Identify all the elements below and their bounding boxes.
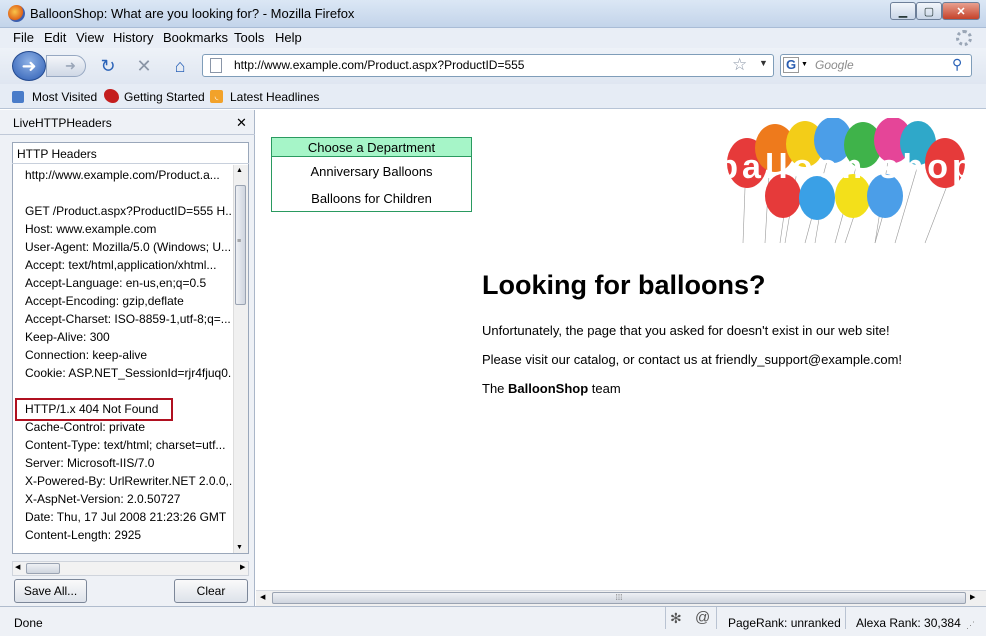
search-icon[interactable]: ⚲ xyxy=(952,56,962,73)
menu-tools[interactable]: Tools xyxy=(234,30,264,45)
sidebar-title: LiveHTTPHeaders xyxy=(13,116,112,130)
throbber-icon xyxy=(956,30,972,46)
content-scroll-right-icon[interactable]: ▶ xyxy=(970,593,975,601)
response-header-line[interactable]: X-AspNet-Version: 2.0.50727 xyxy=(25,492,232,506)
bookmark-getting-started[interactable]: Getting Started xyxy=(124,90,205,104)
forward-button[interactable]: ➜ xyxy=(46,55,86,77)
search-box[interactable] xyxy=(780,54,972,77)
dept-link-children[interactable]: Balloons for Children xyxy=(272,191,471,206)
back-button[interactable]: ➜ xyxy=(12,51,46,81)
rss-icon: ◟ xyxy=(210,90,223,103)
request-header-line[interactable]: Accept-Language: en-us,en;q=0.5 xyxy=(25,276,232,290)
headers-scroll-thumb[interactable] xyxy=(235,185,246,305)
menu-history[interactable]: History xyxy=(113,30,153,45)
content-scroll-thumb[interactable]: ⁞⁞⁞ xyxy=(272,592,966,604)
response-header-line[interactable]: Server: Microsoft-IIS/7.0 xyxy=(25,456,232,470)
getting-started-icon xyxy=(104,89,119,103)
dept-link-anniversary[interactable]: Anniversary Balloons xyxy=(272,164,471,179)
request-header-line[interactable]: GET /Product.aspx?ProductID=555 H... xyxy=(25,204,232,218)
menu-bar: File Edit View History Bookmarks Tools H… xyxy=(0,28,986,48)
search-input[interactable]: Google xyxy=(815,58,854,72)
scroll-right-icon[interactable]: ▶ xyxy=(240,563,245,571)
horizontal-scroll-thumb[interactable] xyxy=(26,563,60,574)
department-header: Choose a Department xyxy=(272,138,471,157)
scroll-left-icon[interactable]: ◀ xyxy=(15,563,20,571)
request-header-line[interactable]: Accept: text/html,application/xhtml... xyxy=(25,258,232,272)
firebug-icon[interactable]: ✻ xyxy=(670,610,682,627)
logo-wordmark: balloon shop xyxy=(725,148,970,186)
maximize-button[interactable]: ▢ xyxy=(916,2,942,20)
url-text[interactable]: http://www.example.com/Product.aspx?Prod… xyxy=(234,58,524,72)
signature-brand: BalloonShop xyxy=(508,381,589,396)
bookmark-most-visited[interactable]: Most Visited xyxy=(32,90,97,104)
scroll-down-icon[interactable]: ▼ xyxy=(236,544,243,551)
balloonshop-logo: balloon shop xyxy=(725,118,970,244)
firefox-icon xyxy=(8,5,25,22)
at-icon[interactable]: @ xyxy=(695,609,710,626)
reload-icon[interactable]: ↻ xyxy=(96,54,120,78)
menu-edit[interactable]: Edit xyxy=(44,30,66,45)
request-header-line[interactable]: Accept-Encoding: gzip,deflate xyxy=(25,294,232,308)
most-visited-icon xyxy=(12,91,24,103)
request-header-line[interactable]: Keep-Alive: 300 xyxy=(25,330,232,344)
request-header-line[interactable]: Connection: keep-alive xyxy=(25,348,232,362)
scroll-up-icon[interactable]: ▲ xyxy=(236,167,243,174)
google-engine-icon[interactable]: G xyxy=(783,57,799,73)
minimize-button[interactable]: ▁ xyxy=(890,2,916,20)
home-icon[interactable]: ⌂ xyxy=(168,54,192,78)
error-message: Unfortunately, the page that you asked f… xyxy=(482,323,890,338)
signature-suffix: team xyxy=(588,381,621,396)
pagerank-status: PageRank: unranked xyxy=(728,616,841,630)
clear-button[interactable]: Clear xyxy=(174,579,248,603)
url-dropdown-icon[interactable]: ▼ xyxy=(759,58,768,68)
close-button[interactable]: ✕ xyxy=(942,2,980,20)
menu-view[interactable]: View xyxy=(76,30,104,45)
status-text: Done xyxy=(14,616,43,630)
sidebar-close-icon[interactable]: ✕ xyxy=(236,115,247,131)
window-title: BalloonShop: What are you looking for? -… xyxy=(30,6,355,21)
catalog-message: Please visit our catalog, or contact us … xyxy=(482,352,903,367)
menu-file[interactable]: File xyxy=(13,30,34,45)
page-icon xyxy=(210,58,222,73)
response-header-line[interactable]: Content-Type: text/html; charset=utf... xyxy=(25,438,232,452)
status-line-highlight xyxy=(15,398,173,421)
signature-prefix: The xyxy=(482,381,509,396)
headers-panel-title: HTTP Headers xyxy=(12,142,249,164)
menu-bookmarks[interactable]: Bookmarks xyxy=(163,30,228,45)
page-heading: Looking for balloons? xyxy=(482,270,766,300)
request-header-line[interactable]: Cookie: ASP.NET_SessionId=rjr4fjuq0... xyxy=(25,366,232,380)
grip-icon: ≡ xyxy=(237,238,242,245)
engine-dropdown-icon[interactable]: ▼ xyxy=(801,61,808,68)
bookmark-latest-headlines[interactable]: Latest Headlines xyxy=(230,90,319,104)
request-header-line[interactable]: Host: www.example.com xyxy=(25,222,232,236)
response-header-line[interactable]: Date: Thu, 17 Jul 2008 21:23:26 GMT xyxy=(25,510,232,524)
header-url[interactable]: http://www.example.com/Product.a... xyxy=(25,168,232,182)
menu-help[interactable]: Help xyxy=(275,30,302,45)
stop-icon[interactable]: ✕ xyxy=(132,54,156,78)
alexa-status: Alexa Rank: 30,384 xyxy=(856,616,961,630)
content-scroll-left-icon[interactable]: ◀ xyxy=(260,593,265,601)
response-header-line[interactable]: Cache-Control: private xyxy=(25,420,232,434)
response-header-line[interactable]: X-Powered-By: UrlRewriter.NET 2.0.0,... xyxy=(25,474,232,488)
request-header-line[interactable]: Accept-Charset: ISO-8859-1,utf-8;q=... xyxy=(25,312,232,326)
bookmark-star-icon[interactable]: ☆ xyxy=(732,55,747,75)
save-all-button[interactable]: Save All... xyxy=(14,579,87,603)
resize-grip-icon[interactable]: ⋰ xyxy=(966,620,975,631)
request-header-line[interactable]: User-Agent: Mozilla/5.0 (Windows; U... xyxy=(25,240,232,254)
response-header-line[interactable]: Content-Length: 2925 xyxy=(25,528,232,542)
signature: The BalloonShop team xyxy=(482,381,621,396)
